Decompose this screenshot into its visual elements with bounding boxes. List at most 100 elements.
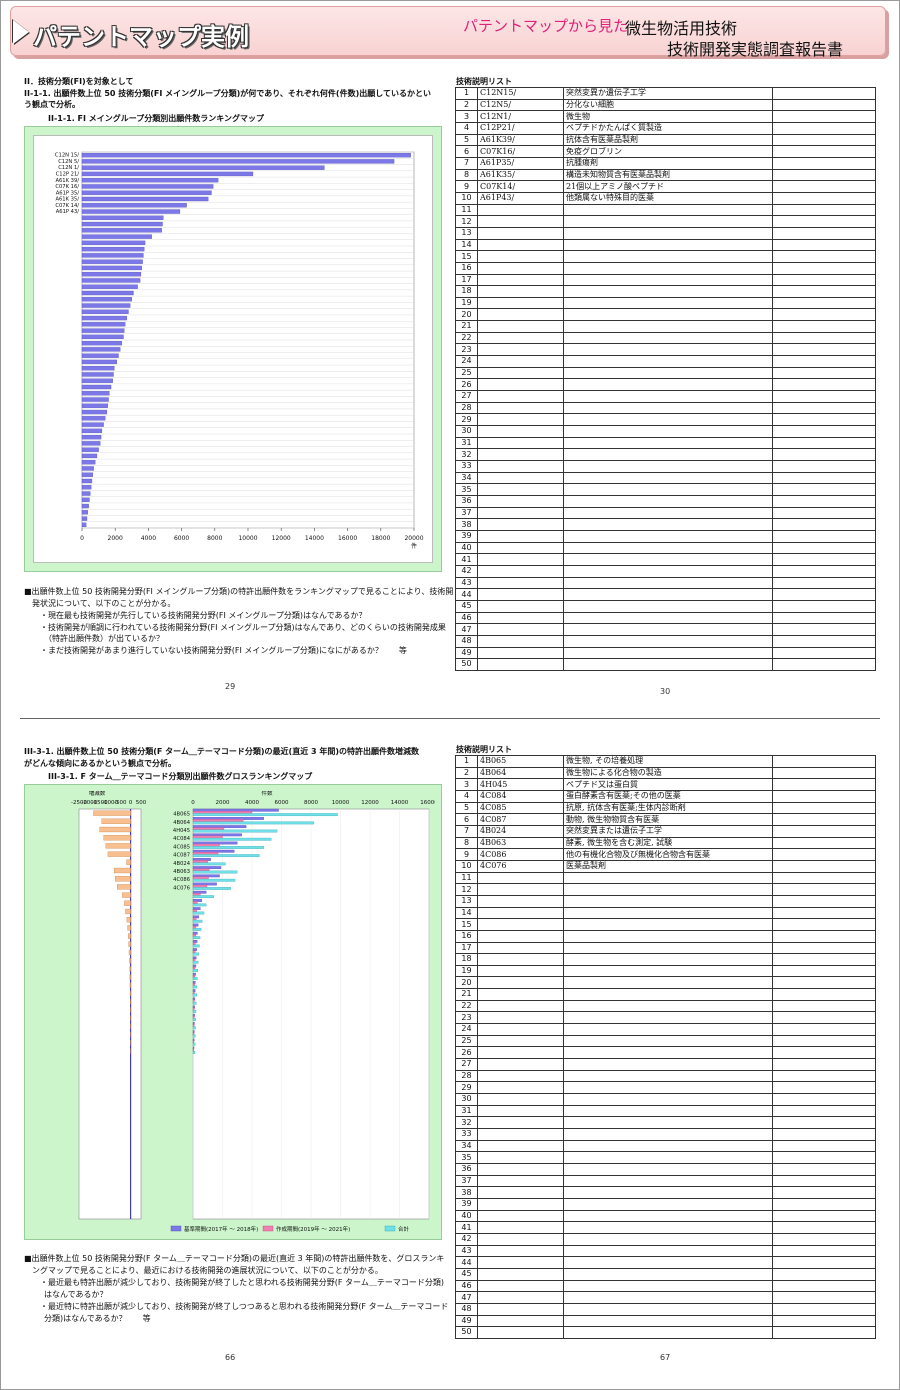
row-code: [477, 658, 564, 671]
row-extra: [772, 180, 876, 193]
chart1-x-unit: 件: [411, 542, 417, 550]
chart1-tick-label: 6000: [174, 535, 189, 542]
table-row: 12: [455, 215, 876, 228]
row-number: 8: [455, 168, 478, 182]
chart2-change-bar: [128, 949, 131, 956]
chart2-series-bar: [192, 813, 338, 817]
chart1-bar: [81, 171, 254, 177]
page-divider: [20, 718, 880, 719]
row-description: [563, 1034, 773, 1048]
row-extra: [772, 1209, 876, 1223]
row-description: 微生物, その培養処理: [563, 755, 773, 768]
table2-title: 技術説明リスト: [456, 745, 512, 754]
row-description: 免疫グロブリン: [563, 145, 773, 158]
chart2-category-label: 4B065: [173, 812, 190, 818]
row-number: 14: [455, 238, 478, 252]
chart1-bar: [81, 203, 187, 208]
row-code: C07K16/: [477, 145, 564, 158]
chart2-category-label: 4C087: [173, 853, 190, 859]
row-code: C12N15/: [477, 87, 564, 100]
chart1-tick-label: 10000: [238, 535, 257, 542]
row-number: 21: [455, 988, 478, 1001]
row-extra: [772, 98, 876, 112]
table-row: 15: [455, 250, 876, 263]
row-code: [477, 296, 564, 310]
row-code: [477, 448, 564, 461]
chart1-category-label: A61K 39/: [55, 178, 79, 184]
row-description: [563, 1069, 773, 1083]
row-description: [563, 1221, 773, 1234]
chart2-legend-swatch: [262, 1225, 274, 1232]
row-number: 45: [455, 599, 478, 613]
table-row: 35: [455, 1151, 876, 1164]
chart2-series-bar: [192, 969, 199, 972]
row-number: 49: [455, 646, 478, 660]
row-description: [563, 999, 773, 1013]
chart2-category-label: 4C084: [173, 836, 191, 842]
row-number: 10: [455, 859, 478, 873]
row-number: 7: [455, 156, 478, 170]
row-code: [477, 1186, 564, 1199]
row-code: 4C076: [477, 859, 564, 873]
row-extra: [772, 121, 876, 135]
row-description: [563, 906, 773, 920]
row-extra: [772, 1151, 876, 1164]
chart1-bar: [81, 403, 108, 408]
table-row: 47: [455, 1291, 876, 1304]
chart2-right-axis-label: 件数: [261, 791, 273, 797]
row-number: 18: [455, 285, 478, 298]
row-extra: [772, 1279, 876, 1293]
row-description: [563, 518, 773, 531]
table-row: 5 A61K39/抗体含有医薬品製剤: [455, 133, 876, 147]
row-extra: [772, 203, 876, 217]
row-extra: [772, 1267, 876, 1281]
row-code: [477, 941, 564, 955]
section1-subheading-b: う観点で分析。: [24, 100, 80, 109]
row-number: 12: [455, 883, 478, 896]
row-extra: [772, 541, 876, 555]
table-row: 42: [455, 564, 876, 578]
row-number: 33: [455, 1128, 478, 1141]
row-description: [563, 238, 773, 252]
row-description: [563, 1162, 773, 1176]
row-extra: [772, 110, 876, 123]
row-extra: [772, 343, 876, 357]
row-code: 4C086: [477, 848, 564, 861]
chart2-change-bar: [103, 835, 131, 841]
row-number: 21: [455, 320, 478, 333]
row-number: 13: [455, 894, 478, 908]
chart2-series-bar: [192, 895, 214, 899]
row-number: 31: [455, 1104, 478, 1118]
row-description: 抗腫瘍剤: [563, 156, 773, 170]
row-code: [477, 1232, 564, 1246]
row-description: [563, 308, 773, 322]
row-extra: [772, 553, 876, 566]
section2-note-4: はなんであるか？: [44, 1290, 108, 1299]
row-code: [477, 1197, 564, 1211]
row-description: [563, 320, 773, 333]
chart2-change-bar: [129, 974, 131, 980]
row-description: [563, 1256, 773, 1269]
row-extra: [772, 836, 876, 850]
row-extra: [772, 226, 876, 240]
table-row: 23: [455, 343, 876, 357]
chart1-bar: [81, 159, 395, 164]
table-row: 20: [455, 976, 876, 990]
row-extra: [772, 460, 876, 473]
row-number: 9: [455, 180, 478, 193]
chart1-tick-label: 20000: [404, 535, 423, 542]
row-code: [477, 285, 564, 298]
tech-description-table-2: 1 4B065 微生物, その培養処理 2 4B064 微生物による化合物の製造 3 4H04…: [455, 755, 876, 1339]
table-row: 28: [455, 1069, 876, 1083]
row-number: 20: [455, 976, 478, 990]
table-row: 35: [455, 483, 876, 496]
row-extra: [772, 494, 876, 508]
row-code: [477, 1104, 564, 1118]
row-description: 分化ない細胞: [563, 98, 773, 112]
chart1-bar: [81, 353, 119, 358]
chart2-series-bar: [192, 846, 264, 849]
chart1-bar: [81, 491, 91, 496]
chart2-change-bar: [129, 958, 131, 964]
chart1-bar: [81, 259, 143, 264]
row-code: [477, 1093, 564, 1106]
